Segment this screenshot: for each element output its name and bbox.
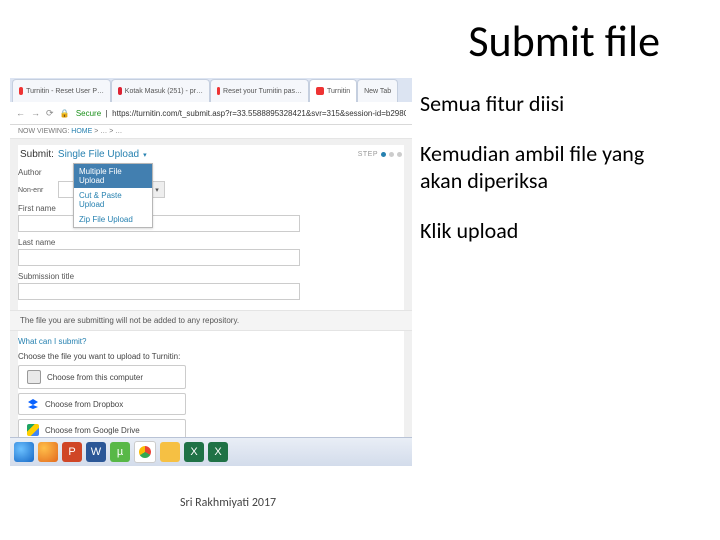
computer-icon — [27, 370, 41, 384]
viewing-prefix: NOW VIEWING: — [18, 128, 69, 135]
submit-label: Submit: — [20, 149, 54, 160]
nonenrolled-label: Non-enr — [18, 187, 52, 194]
favicon-icon — [118, 87, 122, 95]
secure-label: Secure — [76, 109, 101, 118]
step-label: STEP — [358, 151, 378, 158]
choose-from-computer-button[interactable]: Choose from this computer — [18, 365, 186, 389]
url-value: https://turnitin.com/t_submit.asp?r=33.5… — [112, 109, 406, 118]
repository-note: The file you are submitting will not be … — [10, 310, 412, 331]
firefox-icon[interactable] — [38, 442, 58, 462]
word-icon[interactable]: W — [86, 442, 106, 462]
browser-tab[interactable]: New Tab — [357, 79, 398, 102]
browser-tab-active[interactable]: Turnitin — [309, 79, 357, 102]
last-name-label: Last name — [18, 238, 404, 247]
browser-tab-strip: Turnitin - Reset User P… Kotak Masuk (25… — [10, 78, 412, 102]
favicon-icon — [217, 87, 220, 95]
annotation-line-3: Klik upload — [420, 217, 690, 245]
upload-type-option[interactable]: Zip File Upload — [74, 212, 152, 227]
tab-label: Turnitin — [327, 88, 350, 95]
slide-title: Submit file — [468, 14, 660, 68]
back-icon[interactable]: ← — [16, 108, 25, 118]
annotation-line-2: Kemudian ambil file yang akan diperiksa — [420, 140, 690, 195]
url-text[interactable]: Secure | https://turnitin.com/t_submit.a… — [76, 109, 406, 118]
lock-icon: 🔒 — [60, 109, 70, 118]
browser-tab[interactable]: Turnitin - Reset User P… — [12, 79, 111, 102]
step-dot-1 — [381, 152, 386, 157]
breadcrumb-rest: > … > … — [94, 128, 122, 135]
step-indicator: STEP — [358, 151, 402, 158]
slide-footer: Sri Rakhmiyati 2017 — [180, 496, 276, 510]
upload-type-option[interactable]: Multiple File Upload — [74, 164, 152, 188]
choose-from-dropbox-button[interactable]: Choose from Dropbox — [18, 393, 186, 415]
what-can-i-submit-link[interactable]: What can I submit? — [18, 337, 404, 346]
forward-icon[interactable]: → — [31, 108, 40, 118]
upload-type-menu: Multiple File Upload Cut & Paste Upload … — [73, 163, 153, 228]
upload-type-option[interactable]: Cut & Paste Upload — [74, 188, 152, 212]
button-label: Choose from this computer — [47, 373, 143, 382]
annotation-line-1: Semua fitur diisi — [420, 90, 690, 118]
favicon-icon — [19, 87, 23, 95]
tab-label: Kotak Masuk (251) - pr… — [125, 88, 203, 95]
folder-icon[interactable] — [160, 442, 180, 462]
step-dot-3 — [397, 152, 402, 157]
chevron-down-icon[interactable]: ▾ — [143, 151, 147, 159]
breadcrumb-home[interactable]: HOME — [71, 128, 92, 135]
last-name-input[interactable] — [18, 249, 300, 266]
chrome-icon[interactable] — [134, 441, 156, 463]
author-label: Author — [18, 168, 52, 177]
favicon-icon — [316, 87, 324, 95]
google-drive-icon — [27, 424, 39, 436]
tab-label: Reset your Turnitin pas… — [223, 88, 302, 95]
excel-icon[interactable]: X — [208, 442, 228, 462]
annotation-column: Semua fitur diisi Kemudian ambil file ya… — [420, 90, 690, 266]
excel-icon[interactable]: X — [184, 442, 204, 462]
button-label: Choose from Google Drive — [45, 426, 140, 435]
utorrent-icon[interactable]: µ — [110, 442, 130, 462]
embedded-browser-screenshot: Turnitin - Reset User P… Kotak Masuk (25… — [10, 78, 412, 466]
submission-title-label: Submission title — [18, 272, 404, 281]
address-bar: ← → ⟳ 🔒 Secure | https://turnitin.com/t_… — [10, 102, 412, 125]
browser-tab[interactable]: Reset your Turnitin pas… — [210, 79, 309, 102]
button-label: Choose from Dropbox — [45, 400, 123, 409]
upload-type-dropdown[interactable]: Single File Upload — [58, 149, 139, 160]
browser-tab[interactable]: Kotak Masuk (251) - pr… — [111, 79, 210, 102]
ie-icon[interactable] — [14, 442, 34, 462]
breadcrumb-bar: NOW VIEWING: HOME > … > … — [10, 125, 412, 139]
submit-panel: Submit: Single File Upload ▾ STEP Multip… — [18, 145, 404, 466]
step-dot-2 — [389, 152, 394, 157]
first-name-input[interactable] — [18, 215, 300, 232]
tab-label: New Tab — [364, 88, 391, 95]
powerpoint-icon[interactable]: P — [62, 442, 82, 462]
dropbox-icon — [27, 398, 39, 410]
reload-icon[interactable]: ⟳ — [46, 108, 54, 118]
tab-label: Turnitin - Reset User P… — [26, 88, 104, 95]
choose-file-label: Choose the file you want to upload to Tu… — [18, 352, 404, 361]
windows-taskbar: P W µ X X — [10, 437, 412, 466]
submission-title-input[interactable] — [18, 283, 300, 300]
